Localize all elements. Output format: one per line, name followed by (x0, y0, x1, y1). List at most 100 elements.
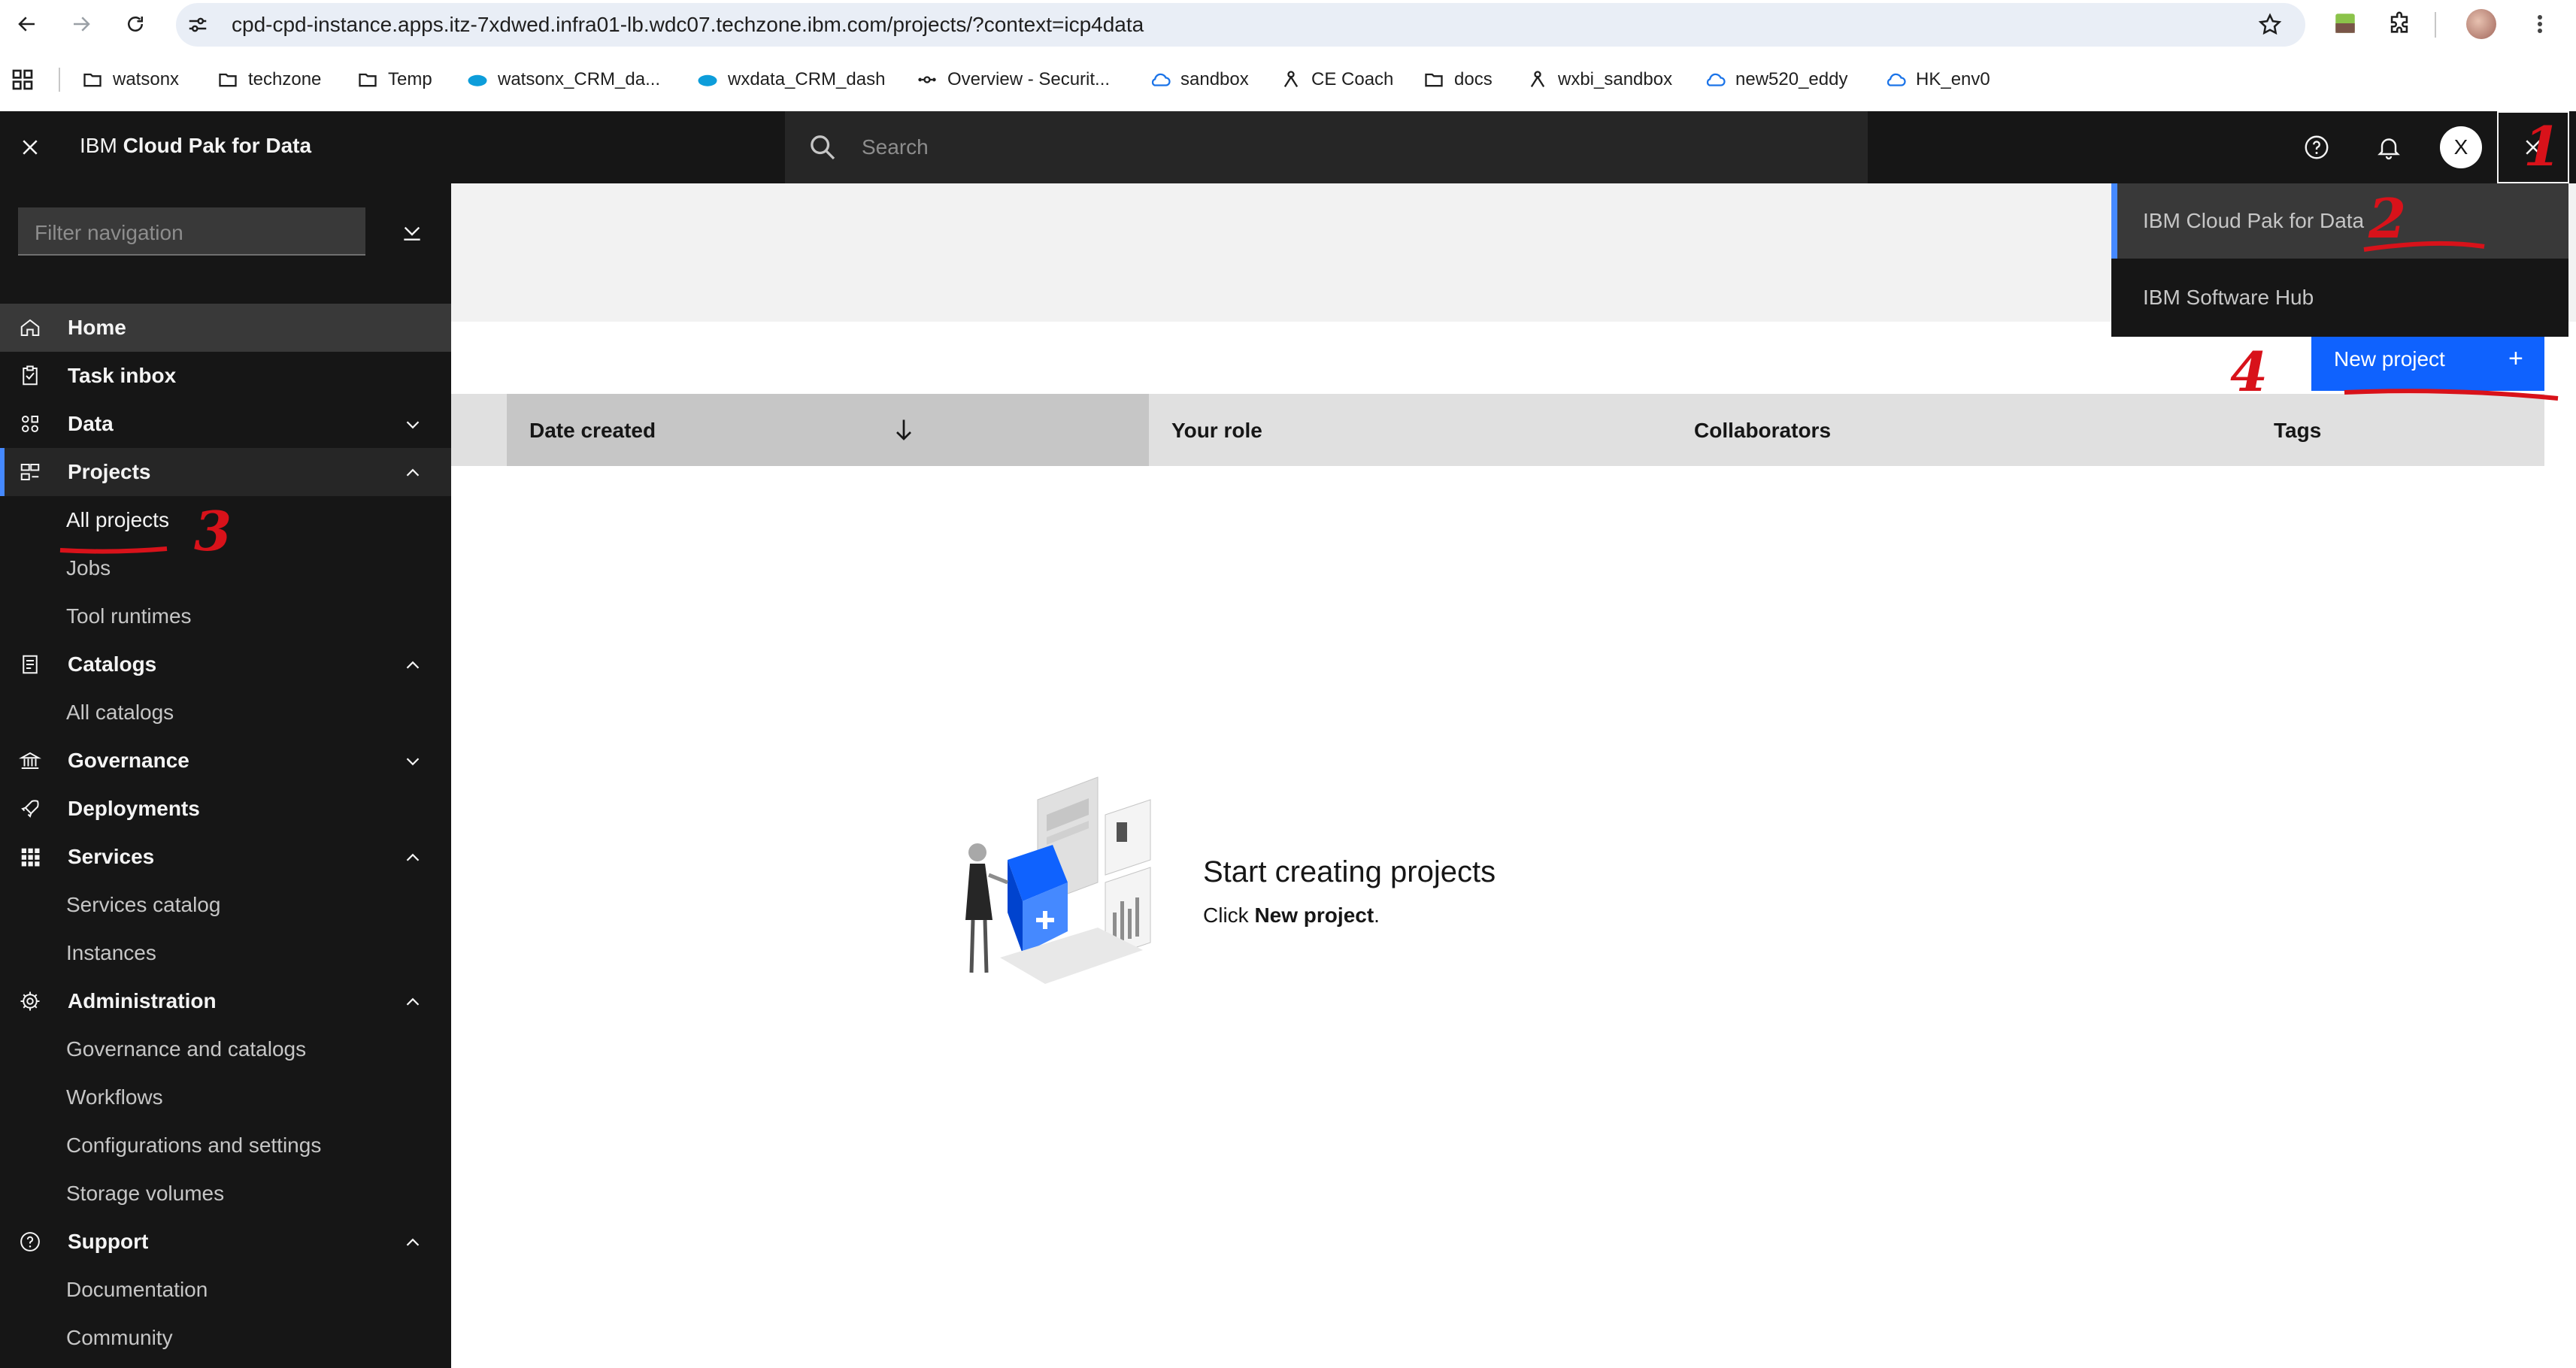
nav-data[interactable]: Data (0, 400, 451, 448)
chevron-down-icon (406, 421, 420, 429)
annotation-number-2: 2 (2368, 186, 2407, 250)
nav-storage-volumes[interactable]: Storage volumes (0, 1170, 451, 1218)
bookmark-temp[interactable]: Temp (356, 65, 432, 95)
empty-state-description: Click New project. (1203, 903, 1380, 928)
bookmark-watsonx[interactable]: watsonx (81, 65, 179, 95)
user-initial: X (2440, 126, 2482, 168)
bookmark-docs[interactable]: docs (1423, 65, 1493, 95)
bookmark-overview-security[interactable]: Overview - Securit... (916, 65, 1110, 95)
user-avatar[interactable]: X (2425, 111, 2497, 183)
new-project-label: New project (2334, 347, 2445, 371)
column-date-created[interactable]: Date created (507, 394, 1149, 466)
bookmark-label: wxdata_CRM_dash (728, 69, 886, 89)
nav-governance-and-catalogs[interactable]: Governance and catalogs (0, 1025, 451, 1073)
chevron-up-icon (406, 853, 420, 861)
nav-all-catalogs[interactable]: All catalogs (0, 689, 451, 737)
nav-deployments[interactable]: Deployments (0, 785, 451, 833)
nav-label: Administration (68, 989, 217, 1012)
nav-label: Projects (68, 460, 151, 483)
nav-governance[interactable]: Governance (0, 737, 451, 785)
bookmarks-divider (59, 68, 60, 92)
filter-navigation-input[interactable]: Filter navigation (18, 207, 365, 256)
reload-icon[interactable] (119, 8, 152, 41)
nav-tool-runtimes[interactable]: Tool runtimes (0, 592, 451, 640)
nav-projects[interactable]: Projects (0, 448, 451, 496)
bookmark-star-icon[interactable] (2257, 12, 2283, 38)
product-name[interactable]: IBM Cloud Pak for Data (80, 134, 311, 158)
bookmark-label: docs (1454, 69, 1493, 89)
nav-task-inbox[interactable]: Task inbox (0, 352, 451, 400)
nav-label: All catalogs (66, 701, 174, 724)
nav-community[interactable]: Community (0, 1314, 451, 1362)
projects-icon (18, 460, 42, 484)
empty-desc-prefix: Click (1203, 903, 1249, 927)
column-your-role[interactable]: Your role (1149, 394, 1675, 466)
nav-documentation[interactable]: Documentation (0, 1266, 451, 1314)
column-label: Collaborators (1694, 419, 1832, 442)
cloud-icon (1149, 68, 1171, 91)
bookmark-hk-env0[interactable]: HK_env0 (1884, 65, 1990, 95)
empty-state-title: Start creating projects (1203, 855, 1496, 888)
site-settings-icon[interactable] (186, 14, 209, 36)
collapse-all-icon[interactable] (391, 210, 433, 253)
nav-configurations-and-settings[interactable]: Configurations and settings (0, 1121, 451, 1170)
brand-name: Cloud Pak for Data (123, 134, 312, 157)
nav-label: Tool runtimes (66, 604, 192, 628)
search-input[interactable]: Search (862, 135, 929, 159)
switcher-item-cloud-pak-for-data[interactable]: IBM Cloud Pak for Data (2111, 183, 2568, 259)
chevron-down-icon (406, 758, 420, 766)
task-clipboard-icon (18, 364, 42, 388)
nav-label: Community (66, 1326, 173, 1349)
nav-instances[interactable]: Instances (0, 929, 451, 977)
nav-label: Home (68, 316, 126, 339)
nav-services-catalog[interactable]: Services catalog (0, 881, 451, 929)
annotation-number-3: 3 (194, 499, 232, 563)
bookmark-ce-coach[interactable]: CE Coach (1280, 65, 1393, 95)
back-icon[interactable] (11, 8, 44, 41)
column-tags[interactable]: Tags (2251, 394, 2537, 466)
switcher-label: IBM Software Hub (2143, 286, 2314, 309)
url-text[interactable]: cpd-cpd-instance.apps.itz-7xdwed.infra01… (232, 13, 1144, 37)
nav-workflows[interactable]: Workflows (0, 1073, 451, 1121)
new-project-button[interactable]: New project + (2311, 331, 2544, 391)
empty-desc-bold: New project (1254, 903, 1374, 927)
browser-menu-icon[interactable] (2532, 9, 2547, 39)
nav-support[interactable]: Support (0, 1218, 451, 1266)
nav-services[interactable]: Services (0, 833, 451, 881)
nav-catalogs[interactable]: Catalogs (0, 640, 451, 689)
home-icon (18, 316, 42, 340)
bookmark-label: techzone (248, 69, 322, 89)
global-search[interactable]: Search (785, 111, 1868, 183)
nav-administration[interactable]: Administration (0, 977, 451, 1025)
app-header: IBM Cloud Pak for Data Search X (0, 111, 2576, 183)
apps-grid-icon[interactable] (11, 68, 35, 92)
column-collaborators[interactable]: Collaborators (1671, 394, 2243, 466)
add-icon: + (2508, 344, 2523, 373)
nav-home[interactable]: Home (0, 304, 451, 352)
bookmark-new520-eddy[interactable]: new520_eddy (1704, 65, 1847, 95)
bookmark-techzone[interactable]: techzone (217, 65, 321, 95)
switcher-item-software-hub[interactable]: IBM Software Hub (2111, 260, 2568, 335)
cloud-icon (1704, 68, 1726, 91)
empty-desc-suffix: . (1374, 903, 1380, 927)
nav-label: Governance (68, 749, 189, 772)
bookmark-wxbi-sandbox[interactable]: wxbi_sandbox (1526, 65, 1672, 95)
nav-label: Instances (66, 941, 156, 964)
rocket-icon (18, 797, 42, 821)
bookmark-wxdata-crm[interactable]: wxdata_CRM_dash (696, 65, 885, 95)
bookmark-sandbox[interactable]: sandbox (1149, 65, 1249, 95)
url-bar[interactable]: cpd-cpd-instance.apps.itz-7xdwed.infra01… (176, 3, 2305, 47)
close-menu-icon[interactable] (0, 111, 60, 183)
browser-chrome: cpd-cpd-instance.apps.itz-7xdwed.infra01… (0, 0, 2576, 111)
bookmark-label: CE Coach (1311, 69, 1394, 89)
extensions-puzzle-icon[interactable] (2385, 9, 2414, 38)
notification-bell-icon[interactable] (2353, 111, 2425, 183)
nav-label: Services catalog (66, 893, 221, 916)
browser-profile-avatar[interactable] (2466, 9, 2496, 39)
forward-icon[interactable] (65, 8, 98, 41)
bookmark-label: HK_env0 (1916, 69, 1990, 89)
help-icon[interactable] (2281, 111, 2353, 183)
extension-icon[interactable] (2331, 9, 2359, 38)
switcher-label: IBM Cloud Pak for Data (2143, 209, 2365, 232)
bookmark-watsonx-crm[interactable]: watsonx_CRM_da... (466, 65, 660, 95)
